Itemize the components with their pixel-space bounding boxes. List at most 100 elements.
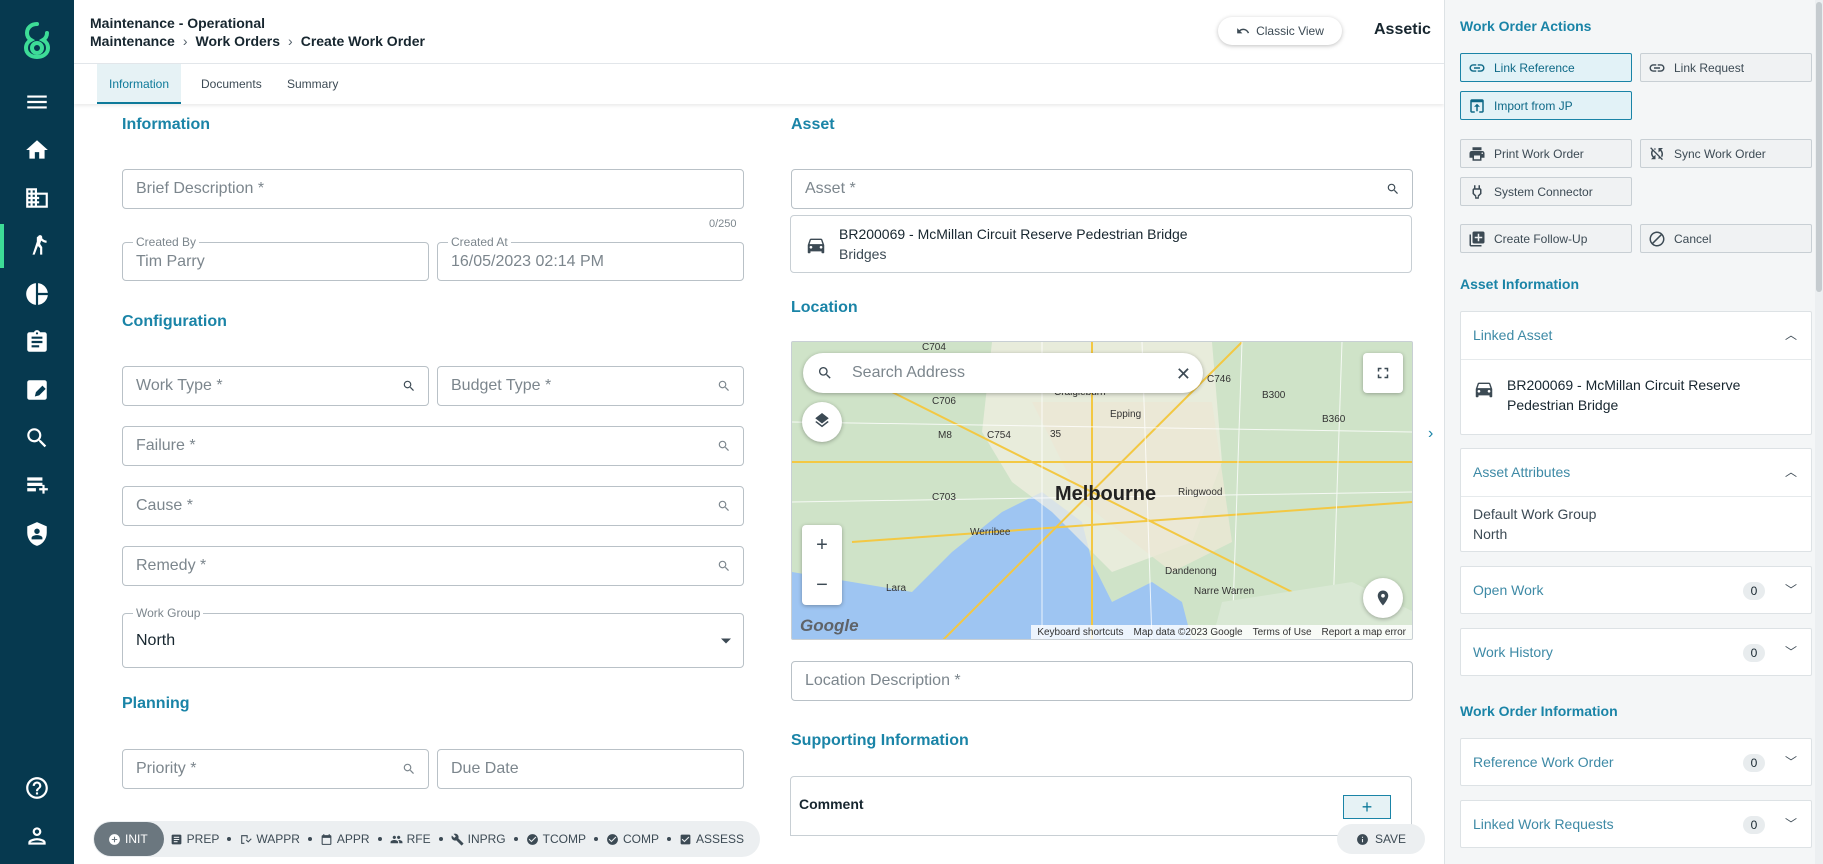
app-logo-icon[interactable] bbox=[18, 20, 56, 60]
import-from-jp-button[interactable]: Import from JP bbox=[1460, 91, 1632, 120]
status-step-prep[interactable]: PREP bbox=[164, 832, 226, 846]
link-request-button[interactable]: Link Request bbox=[1640, 53, 1812, 82]
dashboard-icon[interactable] bbox=[0, 272, 74, 316]
classic-view-button[interactable]: Classic View bbox=[1218, 17, 1342, 45]
panel-toggle-icon[interactable]: › bbox=[1428, 425, 1433, 443]
edit-note-icon[interactable] bbox=[0, 368, 74, 412]
create-follow-up-button[interactable]: Create Follow-Up bbox=[1460, 224, 1632, 253]
zoom-in-button[interactable]: + bbox=[802, 525, 842, 565]
chevron-up-icon[interactable]: ︿ bbox=[1785, 326, 1797, 343]
location-pin-icon[interactable] bbox=[1363, 578, 1403, 618]
status-step-rfe[interactable]: RFE bbox=[384, 832, 437, 846]
building-icon[interactable] bbox=[0, 176, 74, 220]
map-road-label: M8 bbox=[938, 430, 952, 441]
linked-work-requests-card[interactable]: Linked Work Requests 0 ﹀ bbox=[1460, 800, 1812, 848]
menu-icon[interactable] bbox=[0, 80, 74, 124]
report-error-link[interactable]: Report a map error bbox=[1322, 627, 1406, 638]
chevron-down-icon[interactable]: ﹀ bbox=[1785, 815, 1797, 832]
brief-description-input[interactable]: Brief Description * bbox=[122, 169, 744, 209]
user-icon[interactable] bbox=[0, 814, 74, 858]
due-date-input[interactable]: Due Date bbox=[437, 749, 744, 789]
tab-documents[interactable]: Documents bbox=[189, 64, 274, 104]
checkbox-icon bbox=[680, 834, 691, 844]
search-icon[interactable] bbox=[717, 499, 731, 513]
status-step-comp[interactable]: COMP bbox=[600, 832, 665, 846]
zoom-controls: + − bbox=[802, 525, 842, 605]
location-description-input[interactable]: Location Description * bbox=[791, 661, 1413, 701]
search-icon[interactable] bbox=[717, 379, 731, 393]
priority-input[interactable]: Priority * bbox=[122, 749, 429, 789]
status-step-label: INIT bbox=[125, 832, 148, 846]
breadcrumb-separator: › bbox=[288, 33, 293, 49]
status-step-assess[interactable]: ASSESS bbox=[673, 832, 750, 846]
work-group-select[interactable]: Work Group North bbox=[122, 606, 744, 668]
status-step-tcomp[interactable]: TCOMP bbox=[520, 832, 592, 846]
failure-input[interactable]: Failure * bbox=[122, 426, 744, 466]
home-icon[interactable] bbox=[0, 128, 74, 172]
save-button[interactable]: SAVE bbox=[1337, 824, 1425, 854]
map-place-label: Lara bbox=[886, 583, 907, 594]
clipboard-icon[interactable] bbox=[0, 320, 74, 364]
location-map[interactable]: Melbourne Craigieburn Epping Ringwood We… bbox=[791, 341, 1413, 640]
cancel-button[interactable]: Cancel bbox=[1640, 224, 1812, 253]
print-work-order-button[interactable]: Print Work Order bbox=[1460, 139, 1632, 168]
chevron-up-icon[interactable]: ︿ bbox=[1785, 463, 1797, 480]
search-icon[interactable] bbox=[717, 559, 731, 573]
add-comment-button[interactable]: + bbox=[1343, 795, 1391, 819]
sync-work-order-button[interactable]: Sync Work Order bbox=[1640, 139, 1812, 168]
status-step-appr[interactable]: APPR bbox=[314, 832, 376, 846]
work-history-header: Work History bbox=[1473, 644, 1553, 660]
keyboard-shortcuts-link[interactable]: Keyboard shortcuts bbox=[1037, 627, 1123, 638]
remedy-input[interactable]: Remedy * bbox=[122, 546, 744, 586]
selected-asset-card[interactable]: BR200069 - McMillan Circuit Reserve Pede… bbox=[790, 215, 1412, 273]
work-history-card[interactable]: Work History 0 ﹀ bbox=[1460, 628, 1812, 676]
map-road-label: C704 bbox=[922, 342, 946, 353]
open-work-header: Open Work bbox=[1473, 582, 1544, 598]
status-step-inprg[interactable]: INPRG bbox=[445, 832, 512, 846]
asset-input[interactable]: Asset * bbox=[791, 169, 1413, 209]
created-at-label: Created At bbox=[448, 235, 511, 249]
search-icon[interactable] bbox=[1386, 182, 1400, 196]
search-nav-icon[interactable] bbox=[0, 416, 74, 460]
zoom-out-button[interactable]: − bbox=[802, 565, 842, 605]
fullscreen-icon[interactable] bbox=[1363, 353, 1403, 393]
chevron-down-icon[interactable]: ﹀ bbox=[1785, 581, 1797, 598]
reference-work-order-card[interactable]: Reference Work Order 0 ﹀ bbox=[1460, 738, 1812, 786]
linked-asset-header[interactable]: Linked Asset bbox=[1473, 327, 1552, 343]
map-road-label: C706 bbox=[932, 396, 956, 407]
step-separator bbox=[513, 837, 518, 841]
asset-attributes-header[interactable]: Asset Attributes bbox=[1473, 464, 1570, 480]
open-work-card[interactable]: Open Work 0 ﹀ bbox=[1460, 566, 1812, 614]
search-icon[interactable] bbox=[402, 762, 416, 776]
breadcrumb-item[interactable]: Maintenance bbox=[90, 33, 175, 49]
scrollbar-thumb[interactable] bbox=[1816, 2, 1822, 292]
list-add-icon[interactable] bbox=[0, 464, 74, 508]
breadcrumb-item[interactable]: Work Orders bbox=[195, 33, 280, 49]
tab-information[interactable]: Information bbox=[97, 64, 182, 104]
status-step-wappr[interactable]: WAPPR bbox=[233, 832, 306, 846]
search-icon[interactable] bbox=[402, 379, 416, 393]
breadcrumb-item: Create Work Order bbox=[300, 33, 425, 49]
right-panel-scrollbar[interactable] bbox=[1815, 0, 1823, 864]
plug-icon bbox=[1472, 184, 1482, 199]
help-icon[interactable] bbox=[0, 766, 74, 810]
search-icon[interactable] bbox=[717, 439, 731, 453]
shield-icon[interactable] bbox=[0, 512, 74, 556]
cause-input[interactable]: Cause * bbox=[122, 486, 744, 526]
car-icon bbox=[805, 234, 827, 256]
status-step-init[interactable]: INIT bbox=[94, 822, 164, 856]
link-reference-button[interactable]: Link Reference bbox=[1460, 53, 1632, 82]
chevron-down-icon[interactable]: ﹀ bbox=[1785, 643, 1797, 660]
action-label: Import from JP bbox=[1494, 98, 1573, 113]
system-connector-button[interactable]: System Connector bbox=[1460, 177, 1632, 206]
tab-summary[interactable]: Summary bbox=[275, 64, 350, 104]
terms-link[interactable]: Terms of Use bbox=[1253, 627, 1312, 638]
budget-type-input[interactable]: Budget Type * bbox=[437, 366, 744, 406]
layers-icon[interactable] bbox=[802, 402, 842, 442]
chevron-down-icon[interactable]: ﹀ bbox=[1785, 753, 1797, 770]
work-type-input[interactable]: Work Type * bbox=[122, 366, 429, 406]
worker-icon[interactable] bbox=[0, 224, 74, 268]
right-panel: Work Order Actions Link Reference Link R… bbox=[1444, 0, 1823, 864]
clear-icon[interactable]: ✕ bbox=[1176, 364, 1191, 385]
map-search-box[interactable]: Search Address ✕ bbox=[803, 353, 1203, 393]
